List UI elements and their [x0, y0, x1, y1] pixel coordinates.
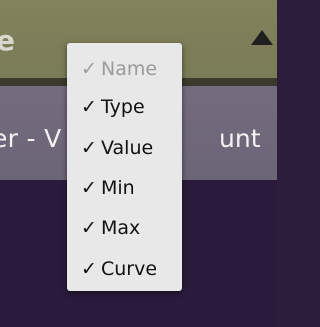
header-title: e	[0, 24, 15, 57]
checkmark-icon: ✓	[81, 177, 97, 199]
menu-item-label: Value	[101, 137, 154, 159]
checkmark-icon: ✓	[81, 58, 97, 80]
checkmark-icon: ✓	[81, 258, 97, 280]
menu-item-min[interactable]: ✓ Min	[81, 174, 135, 202]
column-visibility-menu: ✓ Name ✓ Type ✓ Value ✓ Min ✓ Max ✓ Curv…	[67, 43, 182, 291]
menu-item-label: Min	[101, 177, 135, 199]
row-label-suffix: unt	[219, 124, 261, 153]
menu-item-type[interactable]: ✓ Type	[81, 93, 145, 121]
menu-item-label: Type	[101, 96, 145, 118]
checkmark-icon: ✓	[81, 96, 97, 118]
triangle-up-icon[interactable]	[251, 30, 273, 45]
menu-item-max[interactable]: ✓ Max	[81, 214, 140, 242]
menu-item-label: Max	[101, 217, 141, 239]
menu-item-curve[interactable]: ✓ Curve	[81, 255, 157, 283]
row-label: er - V	[0, 124, 62, 153]
checkmark-icon: ✓	[81, 217, 97, 239]
menu-item-label: Name	[101, 58, 158, 80]
menu-item-label: Curve	[101, 258, 158, 280]
menu-item-value[interactable]: ✓ Value	[81, 134, 153, 162]
app-window: e er - V unt ✓ Name ✓ Type ✓ Value ✓ Min…	[0, 0, 277, 327]
checkmark-icon: ✓	[81, 137, 97, 159]
menu-item-name: ✓ Name	[81, 55, 157, 83]
